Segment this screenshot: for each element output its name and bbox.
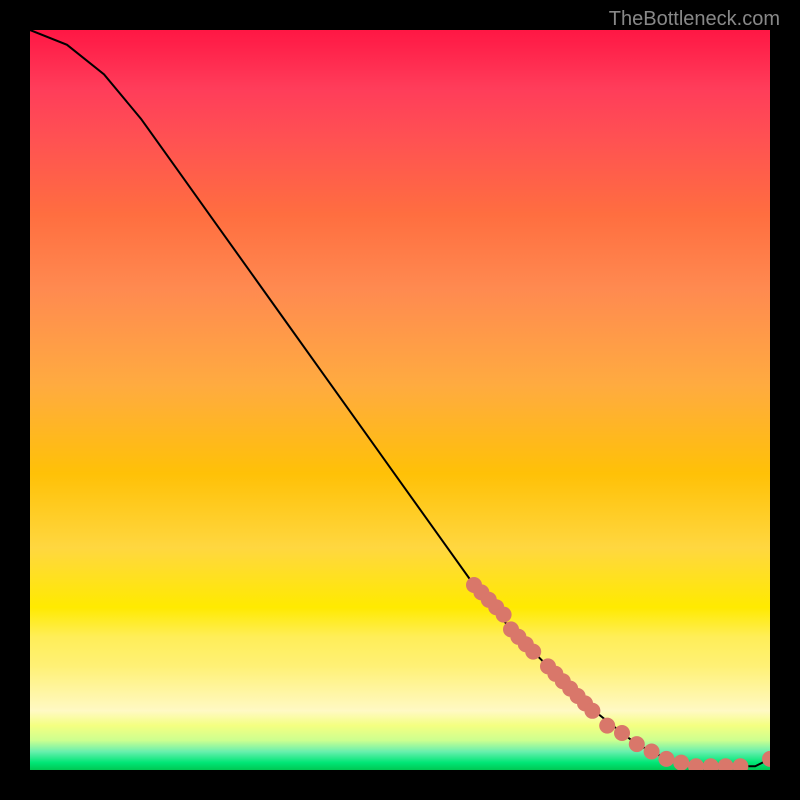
data-marker (599, 718, 615, 734)
data-marker (629, 736, 645, 752)
bottleneck-curve (30, 30, 770, 766)
data-marker (488, 599, 504, 615)
data-marker (644, 744, 660, 760)
data-marker (466, 577, 482, 593)
data-marker (562, 681, 578, 697)
data-marker (762, 751, 770, 767)
data-marker (540, 658, 556, 674)
data-marker (496, 607, 512, 623)
chart-container: TheBottleneck.com (0, 0, 800, 800)
data-marker (570, 688, 586, 704)
chart-svg (30, 30, 770, 770)
data-marker (688, 758, 704, 770)
data-marker (658, 751, 674, 767)
data-marker (503, 621, 519, 637)
data-marker (718, 758, 734, 770)
data-marker (473, 584, 489, 600)
data-marker (577, 695, 593, 711)
data-marker (732, 758, 748, 770)
data-marker (481, 592, 497, 608)
data-marker (584, 703, 600, 719)
data-marker (510, 629, 526, 645)
data-marker (525, 644, 541, 660)
watermark-text: TheBottleneck.com (609, 8, 780, 31)
data-marker (518, 636, 534, 652)
data-marker (555, 673, 571, 689)
data-marker (673, 755, 689, 770)
data-markers (466, 577, 770, 770)
data-marker (614, 725, 630, 741)
data-marker (547, 666, 563, 682)
plot-gradient-background (30, 30, 770, 770)
data-marker (703, 758, 719, 770)
